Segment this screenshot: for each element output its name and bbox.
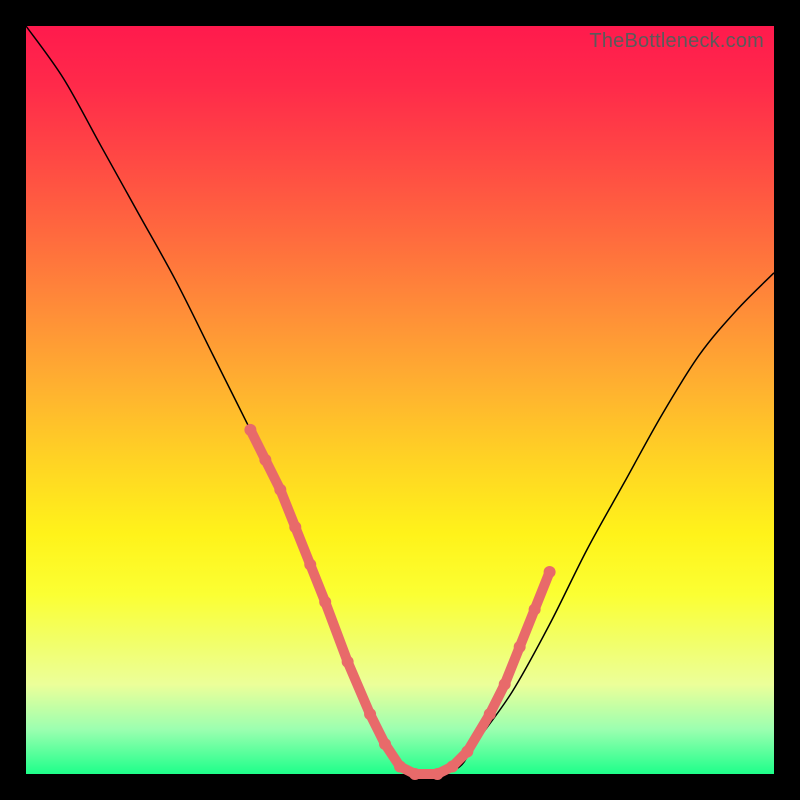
plot-area: TheBottleneck.com	[26, 26, 774, 774]
marker-dot	[342, 656, 354, 668]
marker-segment	[295, 527, 310, 564]
marker-segment	[520, 609, 535, 646]
marker-dot	[431, 768, 443, 780]
marker-dot	[319, 596, 331, 608]
marker-segment	[310, 565, 325, 602]
marker-dot	[364, 708, 376, 720]
marker-dot	[544, 566, 556, 578]
marker-segment	[325, 602, 347, 662]
chart-svg	[26, 26, 774, 774]
marker-dot	[289, 521, 301, 533]
marker-segment	[348, 662, 370, 714]
marker-dot	[259, 454, 271, 466]
marker-segment	[505, 647, 520, 684]
marker-dot	[484, 708, 496, 720]
marker-dot	[529, 603, 541, 615]
marker-segment	[535, 572, 550, 609]
chart-frame: TheBottleneck.com	[0, 0, 800, 800]
marker-dot	[409, 768, 421, 780]
marker-dot	[274, 484, 286, 496]
marker-dot	[244, 424, 256, 436]
bottleneck-curve	[26, 26, 774, 775]
marker-dot	[446, 761, 458, 773]
marker-segment	[280, 490, 295, 527]
marker-segment	[467, 714, 489, 751]
marker-dot	[304, 559, 316, 571]
marker-dot	[499, 678, 511, 690]
marker-dot	[379, 738, 391, 750]
marker-dot	[461, 746, 473, 758]
curve-markers	[244, 424, 555, 780]
marker-dot	[514, 641, 526, 653]
marker-dot	[394, 761, 406, 773]
